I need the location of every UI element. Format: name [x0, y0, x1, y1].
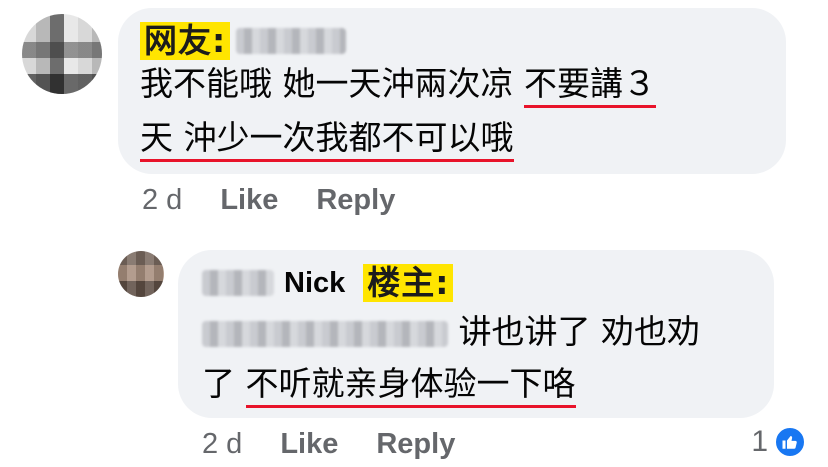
- thumbs-up-icon: [774, 426, 806, 458]
- comment-text-line-2: 天 沖少一次我都不可以哦: [140, 116, 514, 162]
- like-button[interactable]: Like: [220, 184, 278, 217]
- reply-button[interactable]: Reply: [316, 184, 395, 217]
- tag-netizen: 网友:: [140, 22, 231, 60]
- blurred-author-name[interactable]: [236, 28, 347, 54]
- author-name[interactable]: Nick: [284, 267, 345, 300]
- reply-header: Nick 楼主:: [202, 264, 454, 302]
- underlined-text: 天 沖少一次我都不可以哦: [140, 118, 514, 162]
- tag-thread-owner: 楼主:: [363, 264, 454, 302]
- reply-timestamp[interactable]: 2 d: [202, 428, 242, 461]
- like-button[interactable]: Like: [280, 428, 338, 461]
- comment-header: 网友:: [140, 22, 347, 60]
- reaction-count: 1: [751, 425, 768, 458]
- comment-timestamp[interactable]: 2 d: [142, 184, 182, 217]
- reply-actions: 2 d Like Reply: [202, 428, 455, 461]
- reply-text-line-1: 讲也讲了 劝也劝: [202, 310, 700, 354]
- underlined-text: 不要講３: [523, 64, 656, 108]
- reply-button[interactable]: Reply: [376, 428, 455, 461]
- comment-text-line-1: 我不能哦 她一天沖兩次凉 不要講３: [140, 62, 656, 108]
- reaction-summary[interactable]: 1: [751, 425, 806, 459]
- comment-actions: 2 d Like Reply: [142, 184, 395, 217]
- underlined-text: 不听就亲身体验一下咯: [245, 364, 576, 408]
- reply-text-line-2: 了 不听就亲身体验一下咯: [202, 362, 576, 408]
- blurred-author-name[interactable]: [202, 270, 274, 296]
- reply-author-avatar[interactable]: [118, 251, 164, 297]
- blurred-mention[interactable]: [202, 320, 448, 347]
- commenter-avatar[interactable]: [22, 14, 102, 94]
